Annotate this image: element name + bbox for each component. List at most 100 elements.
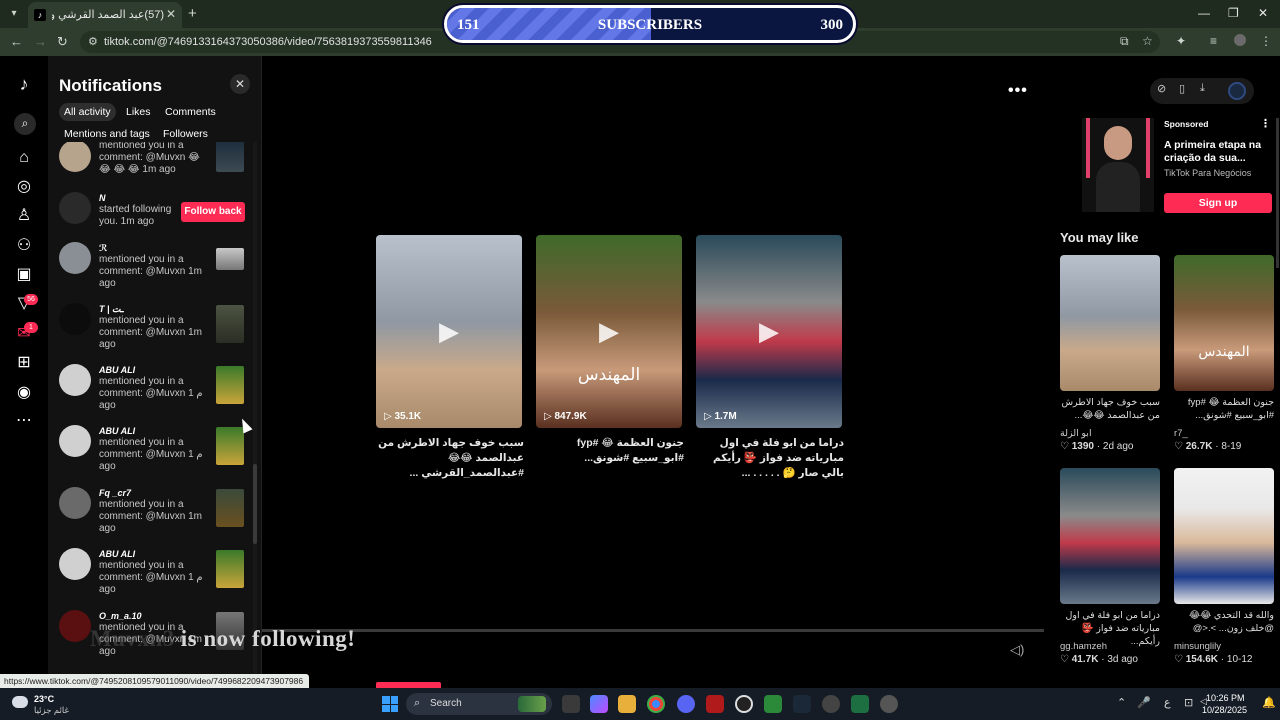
new-tab-button[interactable]: +	[188, 5, 197, 22]
volume-icon[interactable]: ◁)	[1010, 642, 1024, 658]
live-icon[interactable]: ▣	[14, 265, 34, 285]
recommended-caption[interactable]: والله قد التحدي 😂😂 @خلف زون... >.<@	[1172, 609, 1274, 635]
site-info-icon[interactable]: ⚙	[88, 35, 98, 48]
ad-image[interactable]	[1082, 118, 1154, 212]
clock-time[interactable]: 10:26 PM	[1206, 693, 1245, 703]
recommended-caption[interactable]: سبب خوف جهاد الاطرش من عبدالصمد 😂😂...	[1058, 396, 1160, 422]
notification-bell-icon[interactable]: 🔔	[1262, 696, 1276, 709]
extensions-icon[interactable]: ✦	[1176, 34, 1186, 48]
microphone-icon[interactable]: 🎤	[1137, 696, 1151, 709]
recommended-author[interactable]: ابو الزلة	[1060, 428, 1092, 439]
notification-item[interactable]: ℛ mentioned you in a comment: @Muvxn 1m …	[48, 242, 261, 302]
filter-comments[interactable]: Comments	[160, 103, 221, 121]
reload-icon[interactable]: ↻	[57, 34, 68, 50]
recommended-video[interactable]	[1060, 255, 1160, 391]
play-icon[interactable]: ▶	[696, 235, 842, 428]
home-icon[interactable]: ⌂	[14, 148, 34, 168]
app-icon[interactable]	[706, 695, 724, 713]
filter-all-activity[interactable]: All activity	[59, 103, 116, 121]
app-icon-3[interactable]	[880, 695, 898, 713]
profile-avatar-icon[interactable]	[1234, 34, 1246, 46]
notification-item[interactable]: Fq _cr7 mentioned you in a comment: @Muv…	[48, 487, 261, 547]
filter-followers[interactable]: Followers	[158, 125, 213, 143]
video-caption[interactable]: دراما من ابو فلة في اول مبارياته ضد فواز…	[694, 436, 844, 481]
tiktok-logo-icon[interactable]: ♪	[14, 74, 34, 94]
speed-icon[interactable]: ⊘	[1157, 82, 1166, 95]
recommended-author[interactable]: minsunglily	[1174, 641, 1221, 652]
close-window-button[interactable]: ✕	[1258, 6, 1268, 20]
notification-item[interactable]: T | ـت mentioned you in a comment: @Muvx…	[48, 303, 261, 363]
minimize-button[interactable]: —	[1198, 6, 1210, 20]
profile-icon[interactable]: ◉	[14, 383, 34, 403]
task-view-icon[interactable]	[562, 695, 580, 713]
notifications-scrollbar[interactable]	[253, 142, 257, 676]
language-indicator[interactable]: ع	[1164, 696, 1171, 709]
video-thumbnail[interactable]	[216, 550, 244, 588]
file-explorer-icon[interactable]	[618, 695, 636, 713]
recommended-video[interactable]	[1060, 468, 1160, 604]
filter-mentions[interactable]: Mentions and tags	[59, 125, 155, 143]
device-icon[interactable]: ▯	[1179, 82, 1185, 95]
media-icon[interactable]: ≡	[1210, 34, 1217, 48]
right-scrollbar[interactable]	[1276, 118, 1279, 268]
following-icon[interactable]: ♙	[14, 206, 34, 226]
ad-signup-button[interactable]: Sign up	[1164, 193, 1272, 213]
video-thumbnail[interactable]	[216, 248, 244, 270]
notifications-scroll-thumb[interactable]	[253, 464, 257, 544]
notification-item[interactable]: ABU ALI mentioned you in a comment: @Muv…	[48, 425, 261, 485]
play-icon[interactable]: ▶	[536, 235, 682, 428]
chrome-icon[interactable]	[647, 695, 665, 713]
close-notifications-icon[interactable]: ✕	[230, 74, 250, 94]
obs-icon[interactable]	[735, 695, 753, 713]
network-icon[interactable]: ⊡	[1184, 696, 1193, 709]
video-thumbnail[interactable]	[216, 427, 244, 465]
recommended-video[interactable]: المهندس	[1174, 255, 1274, 391]
video-progress-bar[interactable]	[262, 629, 1044, 632]
notification-item[interactable]: ABU ALI mentioned you in a comment: @Muv…	[48, 548, 261, 608]
excel-icon[interactable]	[851, 695, 869, 713]
taskbar-search[interactable]: ⌕ Search	[406, 693, 552, 715]
copilot-icon[interactable]	[590, 695, 608, 713]
video-card-1[interactable]: ▶ ▷ 35.1K	[376, 235, 522, 428]
recommended-video[interactable]	[1174, 468, 1274, 604]
video-caption[interactable]: جنون العظمة 😂 #fyp #ابو_سبيع #شونق...	[534, 436, 684, 466]
back-icon[interactable]: ←	[10, 34, 23, 49]
bookmark-star-icon[interactable]: ☆	[1142, 34, 1153, 48]
start-menu-icon[interactable]	[382, 696, 398, 712]
video-thumbnail[interactable]	[216, 366, 244, 404]
follow-back-button[interactable]: Follow back	[181, 202, 245, 222]
nvidia-icon[interactable]	[764, 695, 782, 713]
more-icon[interactable]: ⋯	[14, 411, 34, 431]
steam-icon[interactable]	[793, 695, 811, 713]
tray-overflow-icon[interactable]: ⌃	[1117, 696, 1126, 709]
clock-date[interactable]: 10/28/2025	[1202, 705, 1247, 715]
maximize-button[interactable]: ❐	[1228, 6, 1239, 20]
app-icon-2[interactable]	[822, 695, 840, 713]
upload-icon[interactable]: ⊞	[14, 353, 34, 373]
weather-temp[interactable]: 23°C	[34, 694, 54, 704]
filter-likes[interactable]: Likes	[121, 103, 156, 121]
recommended-author[interactable]: gg.hamzeh	[1060, 641, 1107, 652]
browser-menu-icon[interactable]: ⋮	[1260, 34, 1272, 48]
tab-search-icon[interactable]: ▾	[6, 6, 22, 22]
ad-headline[interactable]: A primeira etapa na criação da sua...	[1164, 139, 1264, 165]
search-icon[interactable]: ⌕	[14, 113, 36, 135]
discord-icon[interactable]	[677, 695, 695, 713]
play-icon[interactable]: ▶	[376, 235, 522, 428]
video-card-2[interactable]: المهندس ▶ ▷ 847.9K	[536, 235, 682, 428]
recommended-author[interactable]: r7_	[1174, 428, 1188, 439]
video-card-3[interactable]: ▶ ▷ 1.7M	[696, 235, 842, 428]
notification-item[interactable]: ABU ALI mentioned you in a comment: @Muv…	[48, 364, 261, 424]
tab-close-icon[interactable]: ✕	[166, 7, 176, 21]
video-thumbnail[interactable]	[216, 305, 244, 343]
more-options-icon[interactable]: •••	[1008, 82, 1028, 100]
friends-icon[interactable]: ⚇	[14, 236, 34, 256]
forward-icon[interactable]: →	[34, 34, 47, 49]
browser-tab[interactable]: ♪ (57)عبد الصمد القرشي وضحكات ✕	[28, 2, 182, 28]
notification-item[interactable]: mentioned you in a comment: @Muvxn 😂 😂 😂…	[48, 142, 261, 196]
recommended-caption[interactable]: جنون العظمة 😂 #fyp #ابو_سبيع #شونق...	[1172, 396, 1274, 422]
weather-icon[interactable]	[12, 696, 28, 708]
profile-ring-icon[interactable]	[1228, 82, 1246, 100]
install-app-icon[interactable]: ⧉	[1120, 34, 1129, 49]
explore-icon[interactable]: ◎	[14, 177, 34, 197]
